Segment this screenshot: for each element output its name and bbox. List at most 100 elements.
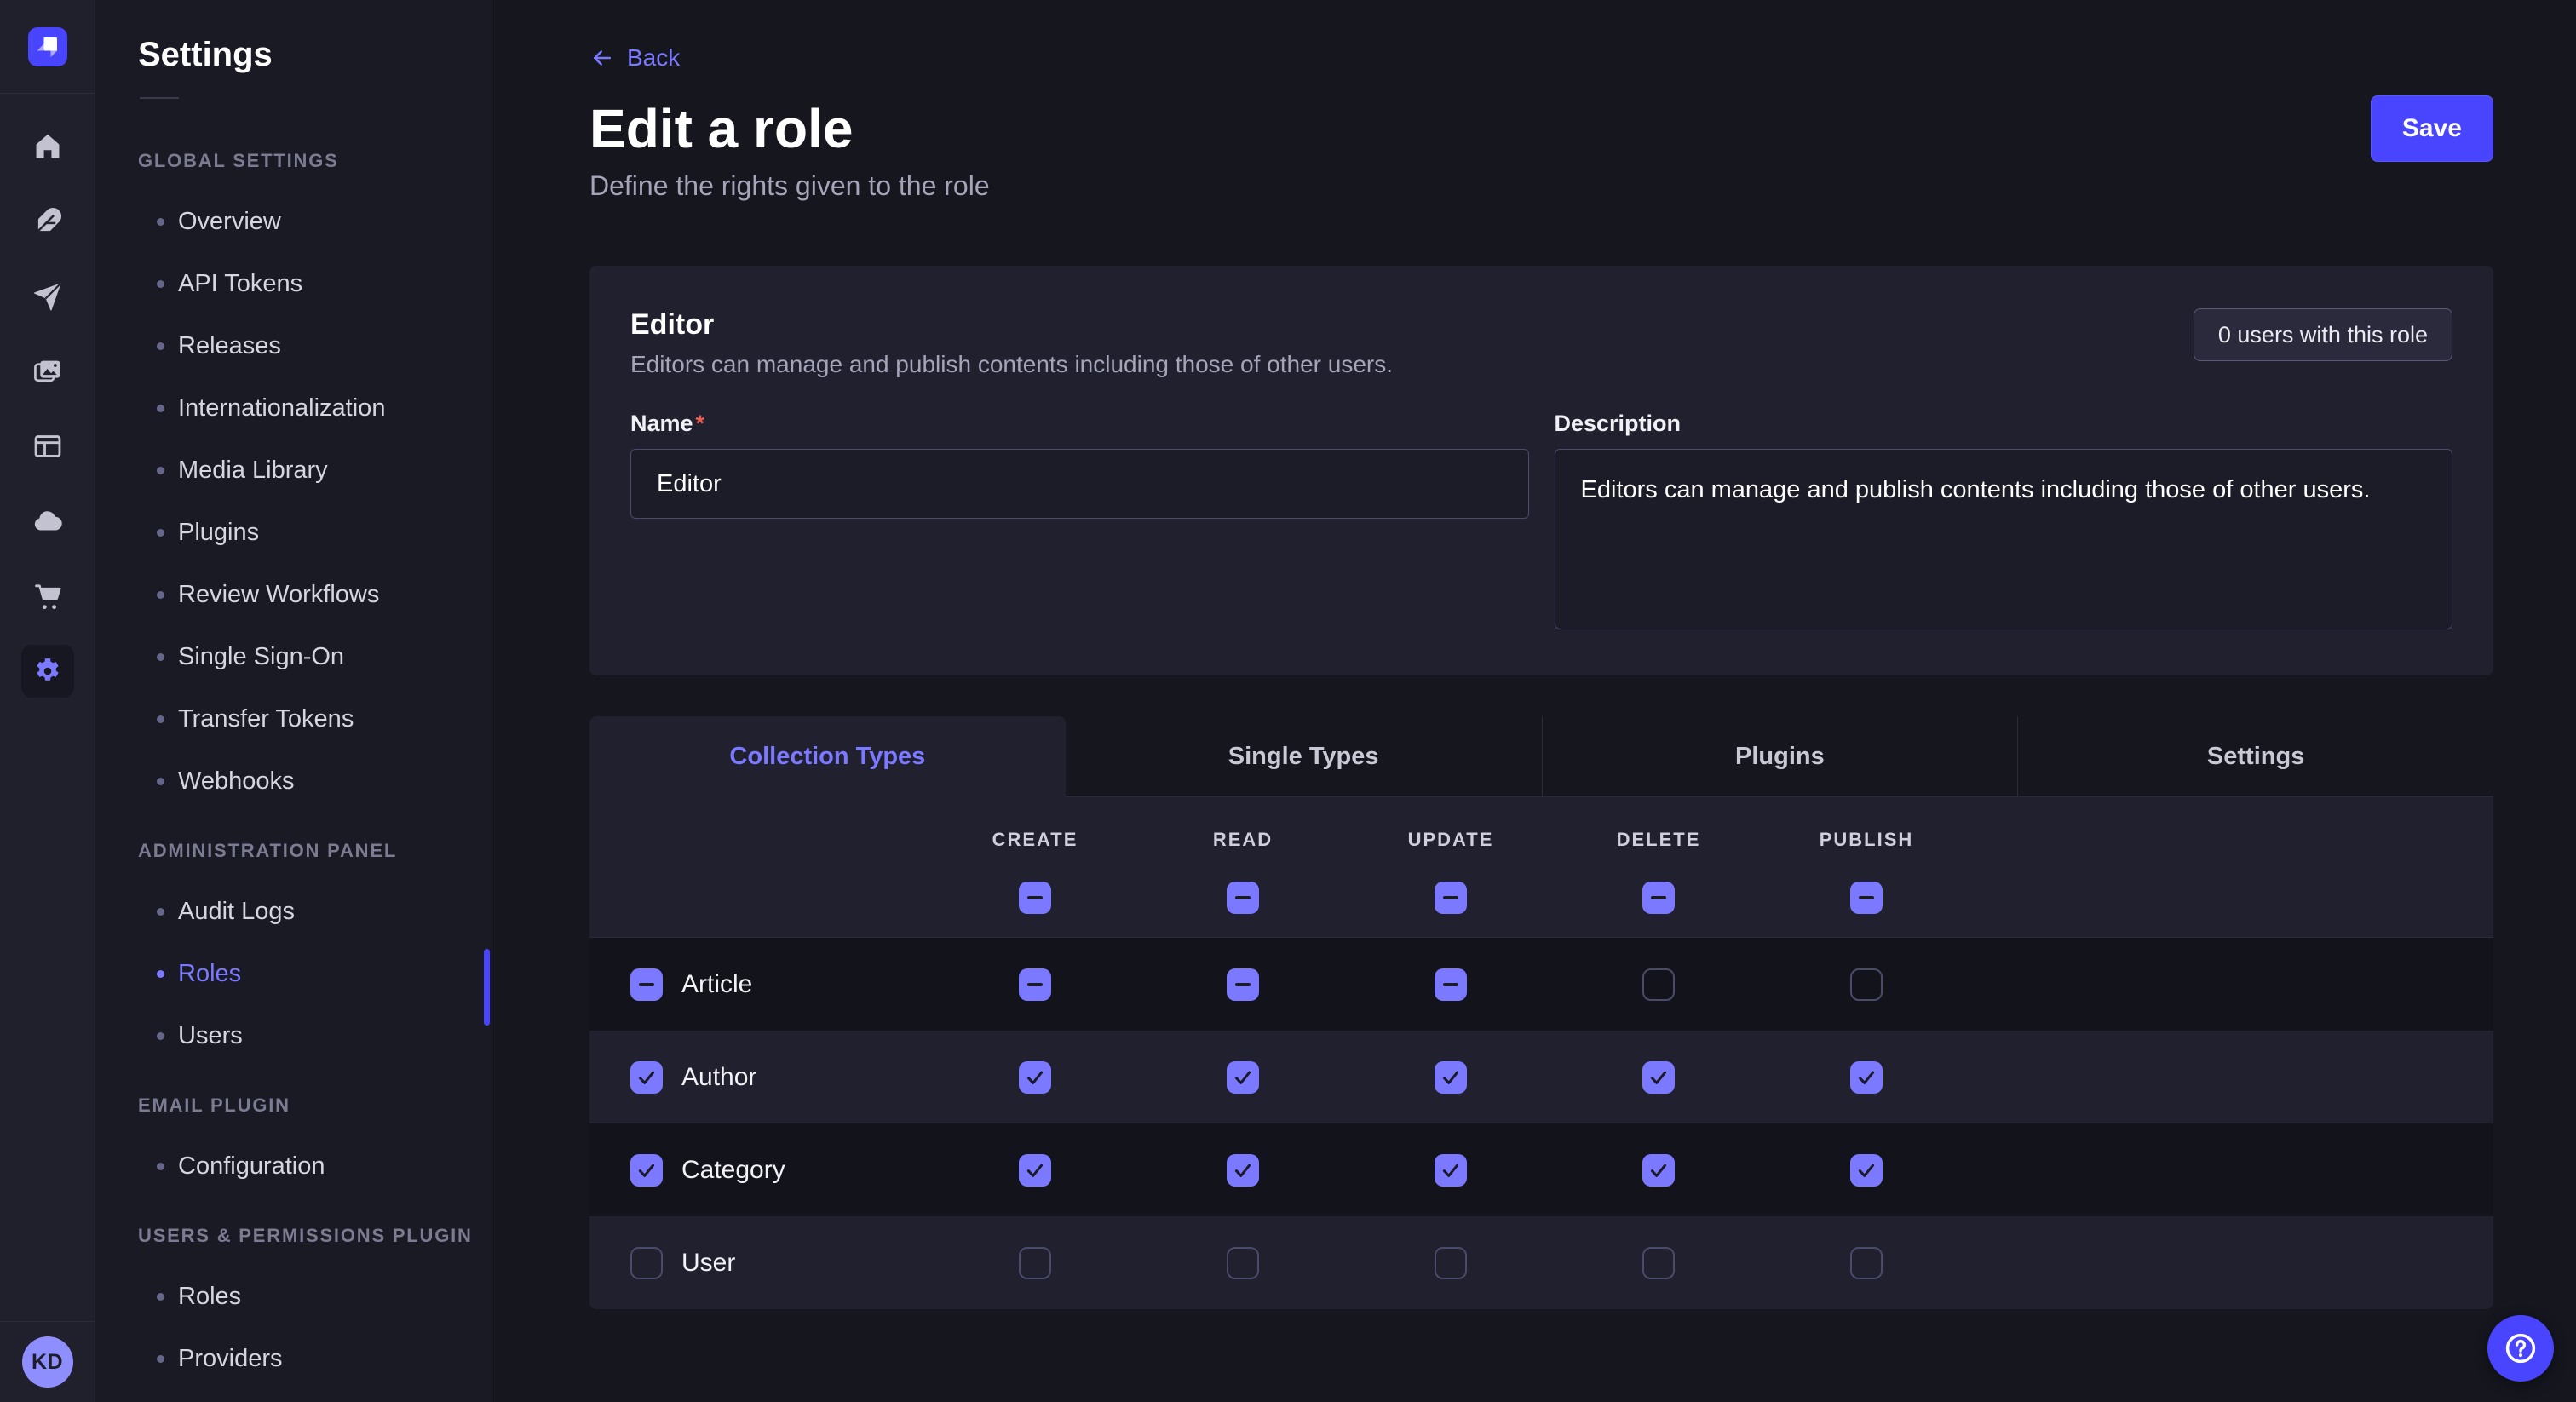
sidebar-item-review-workflows[interactable]: Review Workflows: [138, 564, 492, 626]
sidebar-item-label: Media Library: [178, 457, 328, 485]
sidebar-item-roles[interactable]: Roles: [138, 943, 492, 1005]
page-subtitle: Define the rights given to the role: [589, 172, 2493, 199]
permission-row-author: Author: [589, 1031, 2493, 1123]
checkbox-user-publish[interactable]: [1850, 1247, 1883, 1279]
sidebar-item-users[interactable]: Users: [138, 1005, 492, 1067]
name-input[interactable]: [630, 449, 1529, 519]
required-asterisk: *: [696, 411, 705, 436]
checkbox-category-read[interactable]: [1227, 1154, 1259, 1187]
sidebar-item-label: Configuration: [178, 1152, 325, 1181]
sidebar-item-label: Review Workflows: [178, 581, 379, 609]
checkbox-author-read[interactable]: [1227, 1061, 1259, 1094]
sidebar-item-label: Users: [178, 1022, 243, 1050]
sidebar-sections: GLOBAL SETTINGSOverviewAPI TokensRelease…: [138, 131, 492, 1390]
column-header-create: CREATE: [931, 829, 1139, 851]
checkbox-author-update[interactable]: [1435, 1061, 1467, 1094]
master-checkbox-publish[interactable]: [1850, 882, 1883, 914]
sidebar-item-single-sign-on[interactable]: Single Sign-On: [138, 626, 492, 688]
tab-single-types[interactable]: Single Types: [1066, 716, 1542, 797]
bullet-icon: [157, 342, 164, 350]
media-library-images-icon[interactable]: [20, 334, 75, 409]
sidebar-item-providers[interactable]: Providers: [138, 1328, 492, 1390]
name-field: Name*: [630, 411, 1529, 629]
checkbox-article-delete[interactable]: [1642, 968, 1675, 1001]
content-manager-feather-icon[interactable]: [20, 184, 75, 259]
tab-plugins[interactable]: Plugins: [1542, 716, 2018, 797]
content-type-builder-layout-icon[interactable]: [20, 409, 75, 484]
deploy-paper-plane-icon[interactable]: [20, 259, 75, 334]
sidebar-item-label: Overview: [178, 208, 281, 236]
sidebar-item-roles[interactable]: Roles: [138, 1266, 492, 1328]
checkbox-author-delete[interactable]: [1642, 1061, 1675, 1094]
column-header-read: READ: [1139, 829, 1347, 851]
strapi-logo-icon[interactable]: [28, 27, 67, 66]
sidebar-item-plugins[interactable]: Plugins: [138, 502, 492, 564]
checkbox-category-delete[interactable]: [1642, 1154, 1675, 1187]
settings-gear-icon[interactable]: [21, 645, 74, 698]
sidebar-item-internationalization[interactable]: Internationalization: [138, 377, 492, 440]
sidebar-item-label: Providers: [178, 1345, 283, 1373]
scrollbar-thumb[interactable]: [484, 949, 490, 1026]
permission-row-user: User: [589, 1216, 2493, 1309]
checkbox-author-publish[interactable]: [1850, 1061, 1883, 1094]
master-checkbox-update[interactable]: [1435, 882, 1467, 914]
marketplace-cart-icon[interactable]: [20, 559, 75, 634]
checkbox-article-update[interactable]: [1435, 968, 1467, 1001]
bullet-icon: [157, 778, 164, 785]
user-avatar[interactable]: KD: [22, 1336, 73, 1388]
back-arrow-icon: [589, 45, 615, 71]
role-card-titles: Editor Editors can manage and publish co…: [630, 308, 1393, 378]
users-count-badge[interactable]: 0 users with this role: [2194, 308, 2452, 361]
checkbox-user-create[interactable]: [1019, 1247, 1051, 1279]
tab-collection-types[interactable]: Collection Types: [589, 716, 1066, 797]
cloud-icon[interactable]: [20, 484, 75, 559]
save-button[interactable]: Save: [2371, 95, 2493, 162]
sidebar-item-label: Transfer Tokens: [178, 705, 354, 733]
checkbox-category-publish[interactable]: [1850, 1154, 1883, 1187]
sidebar-item-media-library[interactable]: Media Library: [138, 440, 492, 502]
help-icon: [2502, 1330, 2539, 1367]
help-button[interactable]: [2487, 1315, 2554, 1382]
tab-settings[interactable]: Settings: [2017, 716, 2493, 797]
sidebar-item-label: Audit Logs: [178, 898, 295, 926]
checkbox-author-create[interactable]: [1019, 1061, 1051, 1094]
sidebar-item-label: Internationalization: [178, 394, 385, 422]
master-checkbox-delete[interactable]: [1642, 882, 1675, 914]
row-checkbox-article[interactable]: [630, 968, 663, 1001]
checkbox-user-update[interactable]: [1435, 1247, 1467, 1279]
sidebar-item-transfer-tokens[interactable]: Transfer Tokens: [138, 688, 492, 750]
sidebar-item-api-tokens[interactable]: API Tokens: [138, 253, 492, 315]
sidebar-item-webhooks[interactable]: Webhooks: [138, 750, 492, 813]
checkbox-article-publish[interactable]: [1850, 968, 1883, 1001]
sidebar-section: ADMINISTRATION PANELAudit LogsRolesUsers: [138, 821, 492, 1067]
master-checkbox-read[interactable]: [1227, 882, 1259, 914]
row-checkbox-author[interactable]: [630, 1061, 663, 1094]
strapi-admin-app: KD Settings GLOBAL SETTINGSOverviewAPI T…: [0, 0, 2576, 1402]
checkbox-article-read[interactable]: [1227, 968, 1259, 1001]
back-label: Back: [627, 44, 680, 72]
column-header-publish: PUBLISH: [1762, 829, 1970, 851]
description-textarea[interactable]: Editors can manage and publish contents …: [1555, 449, 2453, 629]
row-checkbox-user[interactable]: [630, 1247, 663, 1279]
row-label: Author: [681, 1063, 756, 1092]
sidebar-item-label: Releases: [178, 332, 281, 360]
sidebar-item-audit-logs[interactable]: Audit Logs: [138, 881, 492, 943]
checkbox-user-read[interactable]: [1227, 1247, 1259, 1279]
permissions-tabs: Collection TypesSingle TypesPluginsSetti…: [589, 716, 2493, 797]
sidebar-item-overview[interactable]: Overview: [138, 191, 492, 253]
sidebar-section: GLOBAL SETTINGSOverviewAPI TokensRelease…: [138, 131, 492, 813]
sidebar-item-configuration[interactable]: Configuration: [138, 1135, 492, 1198]
checkbox-category-update[interactable]: [1435, 1154, 1467, 1187]
checkbox-category-create[interactable]: [1019, 1154, 1051, 1187]
section-heading-users-permissions-plugin: USERS & PERMISSIONS PLUGIN: [138, 1206, 492, 1266]
master-checkbox-create[interactable]: [1019, 882, 1051, 914]
back-link[interactable]: Back: [589, 41, 680, 75]
row-checkbox-category[interactable]: [630, 1154, 663, 1187]
permissions-column-labels: CREATEREADUPDATEDELETEPUBLISH: [589, 821, 2493, 859]
home-icon[interactable]: [20, 109, 75, 184]
sidebar-section: USERS & PERMISSIONS PLUGINRoles Providers: [138, 1206, 492, 1390]
sidebar-item-releases[interactable]: Releases: [138, 315, 492, 377]
role-fields: Name* Description Editors can manage and…: [630, 411, 2452, 629]
checkbox-user-delete[interactable]: [1642, 1247, 1675, 1279]
checkbox-article-create[interactable]: [1019, 968, 1051, 1001]
